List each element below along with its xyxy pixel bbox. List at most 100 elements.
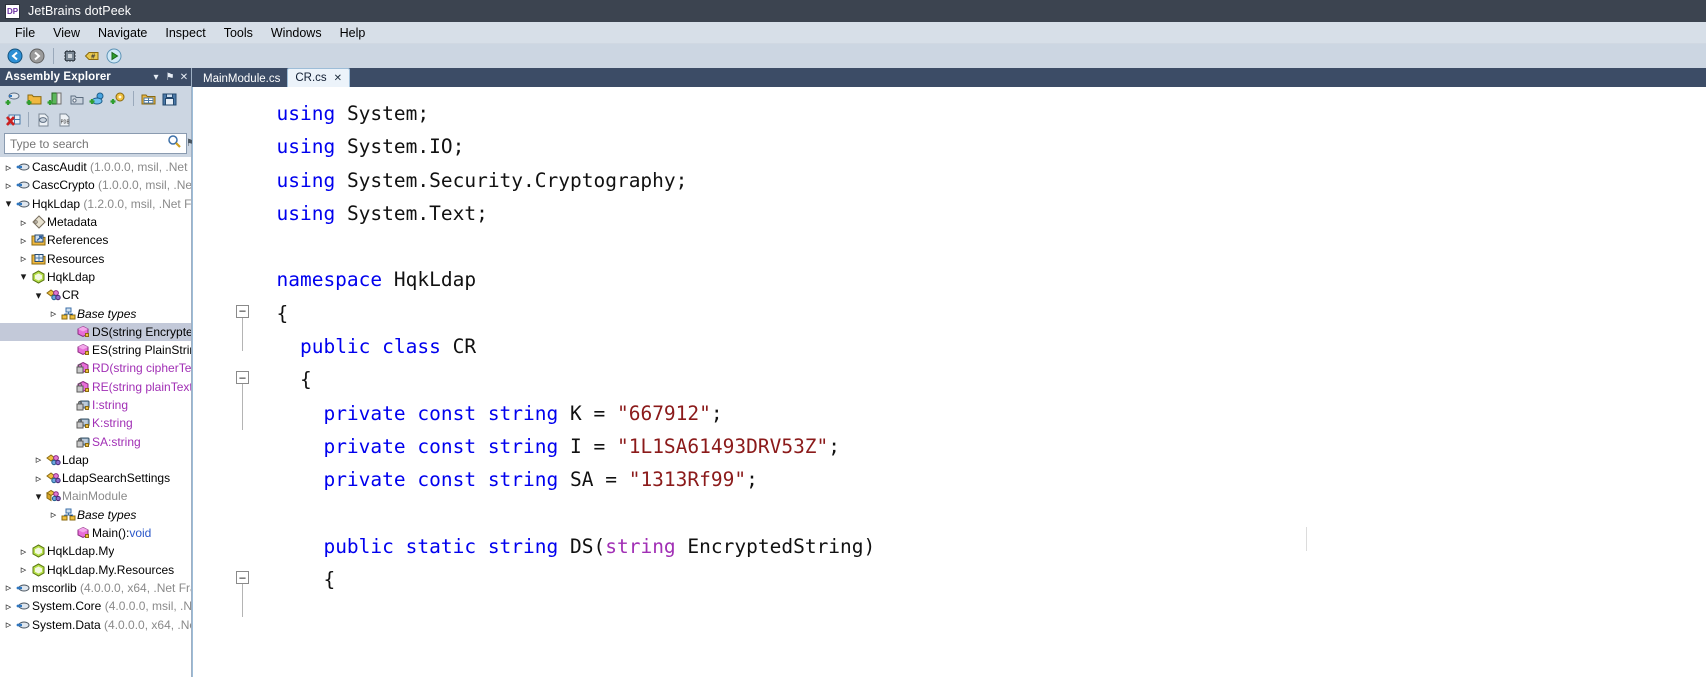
tree-item[interactable]: ▾ CR <box>0 286 191 304</box>
tree-item[interactable]: RE(string plainText, st <box>0 378 191 396</box>
tree-item[interactable]: ▹ System.Core (4.0.0.0, msil, .Net <box>0 597 191 615</box>
fold-guide-line <box>242 584 243 618</box>
tree-item[interactable]: ▹ Resources <box>0 249 191 267</box>
tree-item[interactable]: ▹ System.Data (4.0.0.0, x64, .Net <box>0 615 191 633</box>
tree-item[interactable]: ▾ HqkLdap (1.2.0.0, msil, .Net Fra <box>0 195 191 213</box>
tree-item[interactable]: K:string <box>0 414 191 432</box>
tree-item[interactable]: ▹ HqkLdap.My <box>0 542 191 560</box>
tree-item[interactable]: ▹ CascCrypto (1.0.0.0, msil, .Net <box>0 176 191 194</box>
chevron-right-icon[interactable]: ▹ <box>17 234 30 247</box>
tree-item-label: HqkLdap.My.Resources <box>47 562 175 577</box>
menu-item-inspect[interactable]: Inspect <box>156 24 214 42</box>
tree-item[interactable]: RD(string cipherText, <box>0 359 191 377</box>
code-token: "1313Rf99" <box>628 468 747 492</box>
run-icon[interactable] <box>103 46 125 67</box>
menu-item-navigate[interactable]: Navigate <box>89 24 156 42</box>
editor-tab[interactable]: CR.cs ✕ <box>287 68 351 87</box>
fold-collapse-icon[interactable]: − <box>236 571 249 585</box>
chevron-right-icon[interactable]: ▹ <box>32 453 45 466</box>
chevron-right-icon[interactable]: ▹ <box>2 161 15 174</box>
tree-item-label: CascCrypto (1.0.0.0, msil, .Net <box>32 178 191 193</box>
tree-item[interactable]: ▹ LdapSearchSettings <box>0 469 191 487</box>
process-icon[interactable] <box>59 46 81 67</box>
open-gac-icon[interactable] <box>66 89 87 109</box>
tree-item[interactable]: ▹ mscorlib (4.0.0.0, x64, .Net Fram <box>0 579 191 597</box>
chevron-right-icon[interactable]: ▹ <box>32 472 45 485</box>
pdb-icon[interactable]: PDB <box>54 110 75 130</box>
close-all-icon[interactable] <box>3 110 24 130</box>
method-icon <box>75 526 92 540</box>
forward-icon[interactable] <box>26 46 48 67</box>
menu-item-tools[interactable]: Tools <box>215 24 262 42</box>
chevron-right-icon[interactable]: ▹ <box>2 600 15 613</box>
tree-item[interactable]: ▹ HqkLdap.My.Resources <box>0 561 191 579</box>
tree-item-label: SA:string <box>92 434 141 449</box>
add-assembly-icon[interactable] <box>87 89 108 109</box>
close-icon[interactable]: ✕ <box>177 72 191 83</box>
class-icon <box>45 288 62 302</box>
tree-item-label: RE(string plainText, st <box>92 379 191 394</box>
chevron-right-icon[interactable]: ▹ <box>47 307 60 320</box>
tree-item[interactable]: ▾ MainModule <box>0 487 191 505</box>
code-token: ; <box>710 401 723 425</box>
tree-item[interactable]: ▹ Base types <box>0 506 191 524</box>
generate-pdb-icon[interactable] <box>33 110 54 130</box>
chevron-right-icon[interactable]: ▹ <box>47 508 60 521</box>
fold-collapse-icon[interactable]: − <box>236 371 249 385</box>
chevron-right-icon[interactable]: ▹ <box>17 563 30 576</box>
tree-item[interactable]: ▹ CascAudit (1.0.0.0, msil, .Net Fr <box>0 158 191 176</box>
chevron-right-icon[interactable]: ▹ <box>17 545 30 558</box>
search-box[interactable]: ⚑ <box>4 133 195 154</box>
search-input[interactable] <box>8 135 167 152</box>
code-token: "667912" <box>616 401 711 425</box>
tree-item[interactable]: Main():void <box>0 524 191 542</box>
tree-item[interactable]: SA:string <box>0 432 191 450</box>
code-token: using <box>276 168 347 192</box>
assembly-tree[interactable]: ▹ CascAudit (1.0.0.0, msil, .Net Fr ▹ CascC… <box>0 157 191 677</box>
export-icon[interactable] <box>159 89 180 109</box>
open-folder-icon[interactable] <box>24 89 45 109</box>
menu-item-windows[interactable]: Windows <box>262 24 331 42</box>
app-logo-icon: DP <box>5 3 20 19</box>
menu-item-view[interactable]: View <box>44 24 89 42</box>
tree-item[interactable]: ▾ HqkLdap <box>0 268 191 286</box>
tree-item[interactable]: DS(string EncryptedSt <box>0 322 191 341</box>
main-area: Assembly Explorer ▾ ⚑ ✕ PDB Type to sear… <box>0 68 1706 677</box>
chevron-right-icon[interactable]: ▹ <box>2 179 15 192</box>
metadata-icon[interactable]: # <box>81 46 103 67</box>
tree-item-label: Main():void <box>92 526 152 541</box>
chevron-down-icon[interactable]: ▾ <box>17 270 30 283</box>
tree-item[interactable]: ▹ Ldap <box>0 451 191 469</box>
expand-tree-icon[interactable] <box>138 89 159 109</box>
tree-item[interactable]: ▹ References <box>0 231 191 249</box>
tree-item[interactable]: ▹ Base types <box>0 304 191 322</box>
menu-item-help[interactable]: Help <box>331 24 375 42</box>
chevron-down-icon[interactable]: ▾ <box>32 490 45 503</box>
fold-collapse-icon[interactable]: − <box>236 304 249 318</box>
code-editor[interactable]: using System; using System.IO; using Sys… <box>192 87 1706 677</box>
tree-item[interactable]: ES(string PlainString) <box>0 341 191 359</box>
open-file-icon[interactable] <box>45 89 66 109</box>
editor-tabstrip[interactable]: MainModule.cs CR.cs ✕ <box>192 68 1706 87</box>
back-icon[interactable] <box>4 46 26 67</box>
code-line: namespace HqkLdap <box>193 263 1706 296</box>
dropdown-icon[interactable]: ▾ <box>149 72 163 83</box>
pin-icon[interactable]: ⚑ <box>163 72 177 83</box>
add-package-icon[interactable] <box>108 89 129 109</box>
chevron-right-icon[interactable]: ▹ <box>2 618 15 631</box>
tree-item[interactable]: ▹ Metadata <box>0 213 191 231</box>
svg-text:PDB: PDB <box>61 119 70 125</box>
chevron-right-icon[interactable]: ▹ <box>2 581 15 594</box>
chevron-right-icon[interactable]: ▹ <box>17 252 30 265</box>
menu-item-file[interactable]: File <box>6 24 44 42</box>
chevron-down-icon[interactable]: ▾ <box>32 289 45 302</box>
chevron-down-icon[interactable]: ▾ <box>2 197 15 210</box>
search-icon[interactable] <box>167 134 182 153</box>
toolbar-row-1 <box>3 88 189 109</box>
editor-tab[interactable]: MainModule.cs <box>196 70 287 87</box>
open-assembly-icon[interactable] <box>3 89 24 109</box>
code-token: private const string <box>323 434 570 458</box>
chevron-right-icon[interactable]: ▹ <box>17 216 30 229</box>
tree-item[interactable]: I:string <box>0 396 191 414</box>
close-icon[interactable]: ✕ <box>334 73 342 84</box>
